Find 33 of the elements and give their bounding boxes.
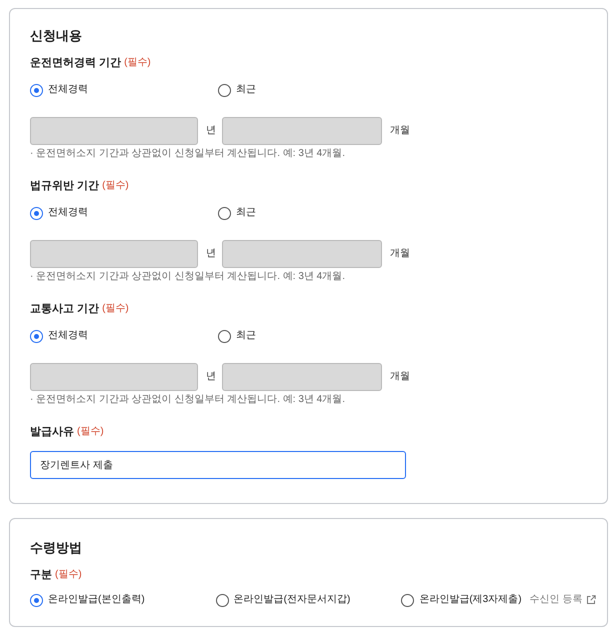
required-mark: (필수) xyxy=(55,568,82,582)
radio-option[interactable]: 온라인발급(제3자제출) xyxy=(401,593,522,607)
radio-option[interactable]: 최근 xyxy=(218,329,256,343)
radio-option[interactable]: 전체경력 xyxy=(30,329,88,343)
help-note: · 운전면허소지 기간과 상관없이 신청일부터 계산됩니다. 예: 3년 4개월. xyxy=(30,393,346,407)
required-mark: (필수) xyxy=(77,425,104,439)
field-label: 구분 xyxy=(30,568,52,582)
field-label: 발급사유 xyxy=(30,425,74,439)
unit-label: 개월 xyxy=(390,370,410,384)
field-label: 교통사고 기간 xyxy=(30,302,100,316)
help-note: · 운전면허소지 기간과 상관없이 신청일부터 계산됩니다. 예: 3년 4개월. xyxy=(30,147,346,161)
unit-label: 년 xyxy=(206,124,216,138)
external-link-icon xyxy=(586,595,596,605)
field-label: 운전면허경력 기간 xyxy=(30,56,122,70)
section-title: 수령방법 xyxy=(30,540,82,556)
help-note: · 운전면허소지 기간과 상관없이 신청일부터 계산됩니다. 예: 3년 4개월. xyxy=(30,270,346,284)
required-mark: (필수) xyxy=(102,302,129,316)
radio-option[interactable]: 온라인발급(본인출력) xyxy=(30,593,145,607)
radio-option[interactable]: 온라인발급(전자문서지갑) xyxy=(216,593,350,607)
section-title: 신청내용 xyxy=(30,28,82,44)
radio-option[interactable]: 전체경력 xyxy=(30,206,88,220)
required-mark: (필수) xyxy=(102,179,129,193)
register-recipient-link[interactable]: 수신인 등록 xyxy=(530,593,596,607)
radio-option[interactable]: 전체경력 xyxy=(30,83,88,97)
reason-input[interactable]: 장기렌트사 제출 xyxy=(30,451,406,479)
radio-option[interactable]: 최근 xyxy=(218,83,256,97)
unit-label: 개월 xyxy=(390,247,410,261)
unit-label: 년 xyxy=(206,370,216,384)
field-label: 법규위반 기간 xyxy=(30,179,100,193)
unit-label: 년 xyxy=(206,247,216,261)
unit-label: 개월 xyxy=(390,124,410,138)
radio-option[interactable]: 최근 xyxy=(218,206,256,220)
required-mark: (필수) xyxy=(124,56,151,70)
